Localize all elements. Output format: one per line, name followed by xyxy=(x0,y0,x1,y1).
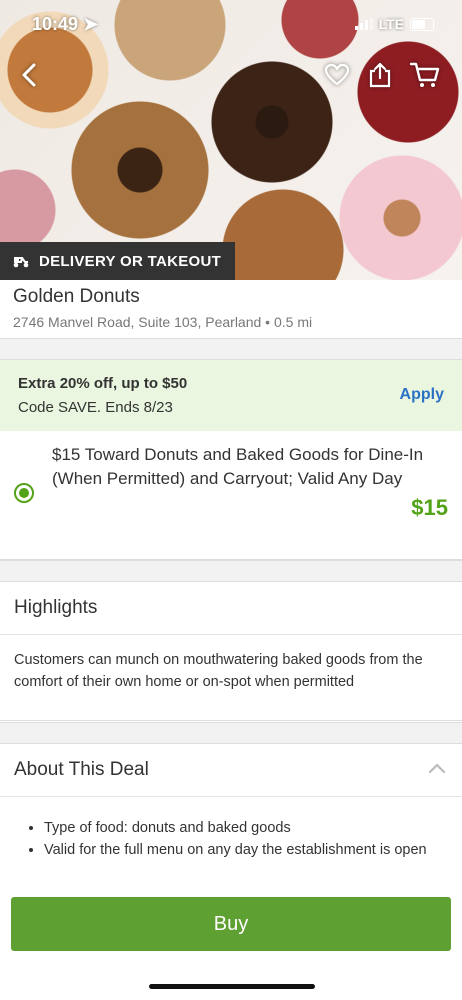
option-radio[interactable] xyxy=(14,483,34,503)
battery-icon xyxy=(410,17,434,31)
scooter-icon xyxy=(13,257,29,268)
promo-banner: Extra 20% off, up to $50 Code SAVE. Ends… xyxy=(0,360,462,431)
chevron-up-icon[interactable] xyxy=(428,762,446,774)
highlights-text: Customers can munch on mouthwatering bak… xyxy=(14,652,423,690)
about-heading: About This Deal xyxy=(14,759,149,780)
section-divider xyxy=(0,722,462,744)
signal-icon xyxy=(354,18,373,30)
delivery-badge-label: DELIVERY OR TAKEOUT xyxy=(39,252,222,270)
share-icon xyxy=(369,62,391,88)
merchant-info: Golden Donuts 2746 Manvel Road, Suite 10… xyxy=(13,286,312,330)
apply-button[interactable]: Apply xyxy=(400,386,444,404)
deal-option[interactable]: $15 Toward Donuts and Baked Goods for Di… xyxy=(0,431,462,560)
back-button[interactable] xyxy=(14,60,44,90)
option-price: $15 xyxy=(411,495,448,520)
about-section: About This Deal Type of food: donuts and… xyxy=(0,744,462,861)
delivery-badge: DELIVERY OR TAKEOUT xyxy=(0,242,236,280)
network-label: LTE xyxy=(378,16,404,32)
back-icon xyxy=(22,63,36,87)
about-list: Type of food: donuts and baked goods Val… xyxy=(0,817,462,861)
favorite-button[interactable] xyxy=(322,60,352,90)
buy-button[interactable]: Buy xyxy=(11,897,451,951)
section-divider xyxy=(0,338,462,360)
merchant-name: Golden Donuts xyxy=(13,286,140,307)
section-divider xyxy=(0,560,462,582)
cart-icon xyxy=(409,62,440,87)
option-title: $15 Toward Donuts and Baked Goods for Di… xyxy=(52,445,424,488)
location-arrow-icon: ➤ xyxy=(83,14,99,34)
highlights-heading: Highlights xyxy=(0,582,462,635)
home-indicator xyxy=(149,984,315,989)
highlights-section: Highlights Customers can munch on mouthw… xyxy=(0,582,462,721)
list-item: Valid for the full menu on any day the e… xyxy=(44,839,462,861)
promo-headline: Extra 20% off, up to $50 xyxy=(18,375,188,392)
promo-code: Code SAVE. Ends 8/23 xyxy=(18,399,173,416)
heart-icon xyxy=(324,63,350,86)
about-header[interactable]: About This Deal xyxy=(0,744,462,797)
merchant-address: 2746 Manvel Road, Suite 103, Pearland • … xyxy=(13,314,313,330)
cart-button[interactable] xyxy=(408,60,442,90)
status-time: 10:49 ➤ xyxy=(32,14,99,34)
share-button[interactable] xyxy=(365,60,395,90)
list-item: Type of food: donuts and baked goods xyxy=(44,817,462,839)
hero-image: 10:49 ➤ LTE DELIVERY OR TAKEOUT xyxy=(0,0,462,280)
status-bar: 10:49 ➤ LTE xyxy=(0,12,462,38)
